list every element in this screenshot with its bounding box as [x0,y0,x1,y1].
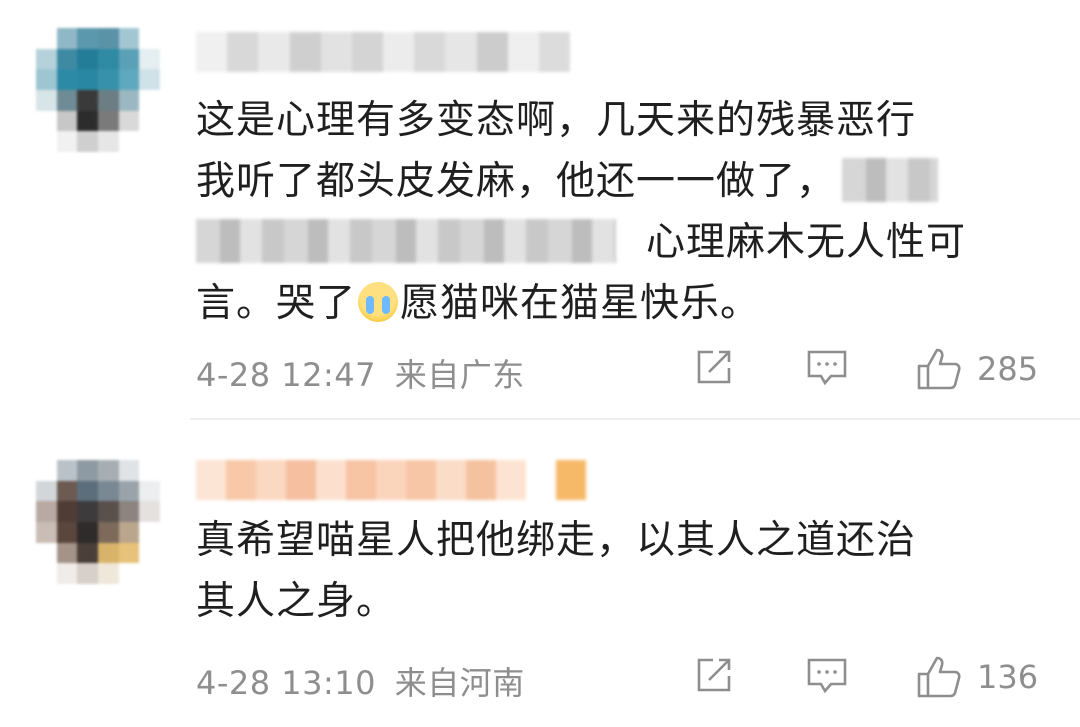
share-button[interactable] [693,654,735,696]
comment-bubble-icon [807,350,847,386]
share-edit-icon [697,350,731,384]
comment-location: 来自河南 [394,664,525,702]
comment-line-text: 心理麻木无人性可 [646,220,967,265]
like-count: 136 [977,658,1039,696]
comment-line-text: 愿猫咪在猫星快乐。 [400,281,761,326]
comment-line: 我听了都头皮发麻，他还一一做了， [196,151,1026,212]
comment-time: 4-28 12:47 [196,356,377,394]
avatar[interactable] [36,28,160,152]
username-redacted[interactable] [196,32,571,72]
comment-line: 这是心理有多变态啊，几天来的残暴恶行 [196,98,917,143]
comment-meta: 4-28 13:10 来自河南 [196,658,525,704]
like-button[interactable]: 136 [915,654,1038,700]
comment-item: 真希望喵星人把他绑走，以其人之道还治 其人之身。 4-28 13:10 来自河南… [0,418,1080,727]
avatar[interactable] [36,460,160,584]
comment-item: 这是心理有多变态啊，几天来的残暴恶行 我听了都头皮发麻，他还一一做了， 心理麻木… [0,0,1080,418]
like-count: 285 [977,350,1039,388]
thumbs-up-icon [917,656,961,698]
comment-location: 来自广东 [394,356,525,394]
comment-text: 这是心理有多变态啊，几天来的残暴恶行 我听了都头皮发麻，他还一一做了， 心理麻木… [196,90,1026,334]
redacted-text [196,218,616,263]
reply-button[interactable] [805,346,849,388]
comment-meta: 4-28 12:47 来自广东 [196,350,525,396]
redacted-text [842,157,939,202]
comment-bubble-icon [807,658,847,694]
comment-text: 真希望喵星人把他绑走，以其人之道还治 其人之身。 [196,510,1026,632]
username-redacted[interactable] [196,460,616,500]
reply-button[interactable] [805,654,849,696]
comment-line: 其人之身。 [196,579,397,624]
crying-face-icon [358,281,399,322]
like-button[interactable]: 285 [915,346,1038,392]
comment-line: 心理麻木无人性可 [196,212,1026,273]
comment-line-text: 言。哭了 [196,281,357,326]
share-button[interactable] [693,346,735,388]
comment-line: 言。哭了 愿猫咪在猫星快乐。 [196,273,1026,334]
share-edit-icon [697,658,731,692]
comment-time: 4-28 13:10 [196,664,377,702]
thumbs-up-icon [917,348,961,390]
comment-line-text: 我听了都头皮发麻，他还一一做了， [196,159,837,204]
comment-line: 真希望喵星人把他绑走，以其人之道还治 [196,518,917,563]
